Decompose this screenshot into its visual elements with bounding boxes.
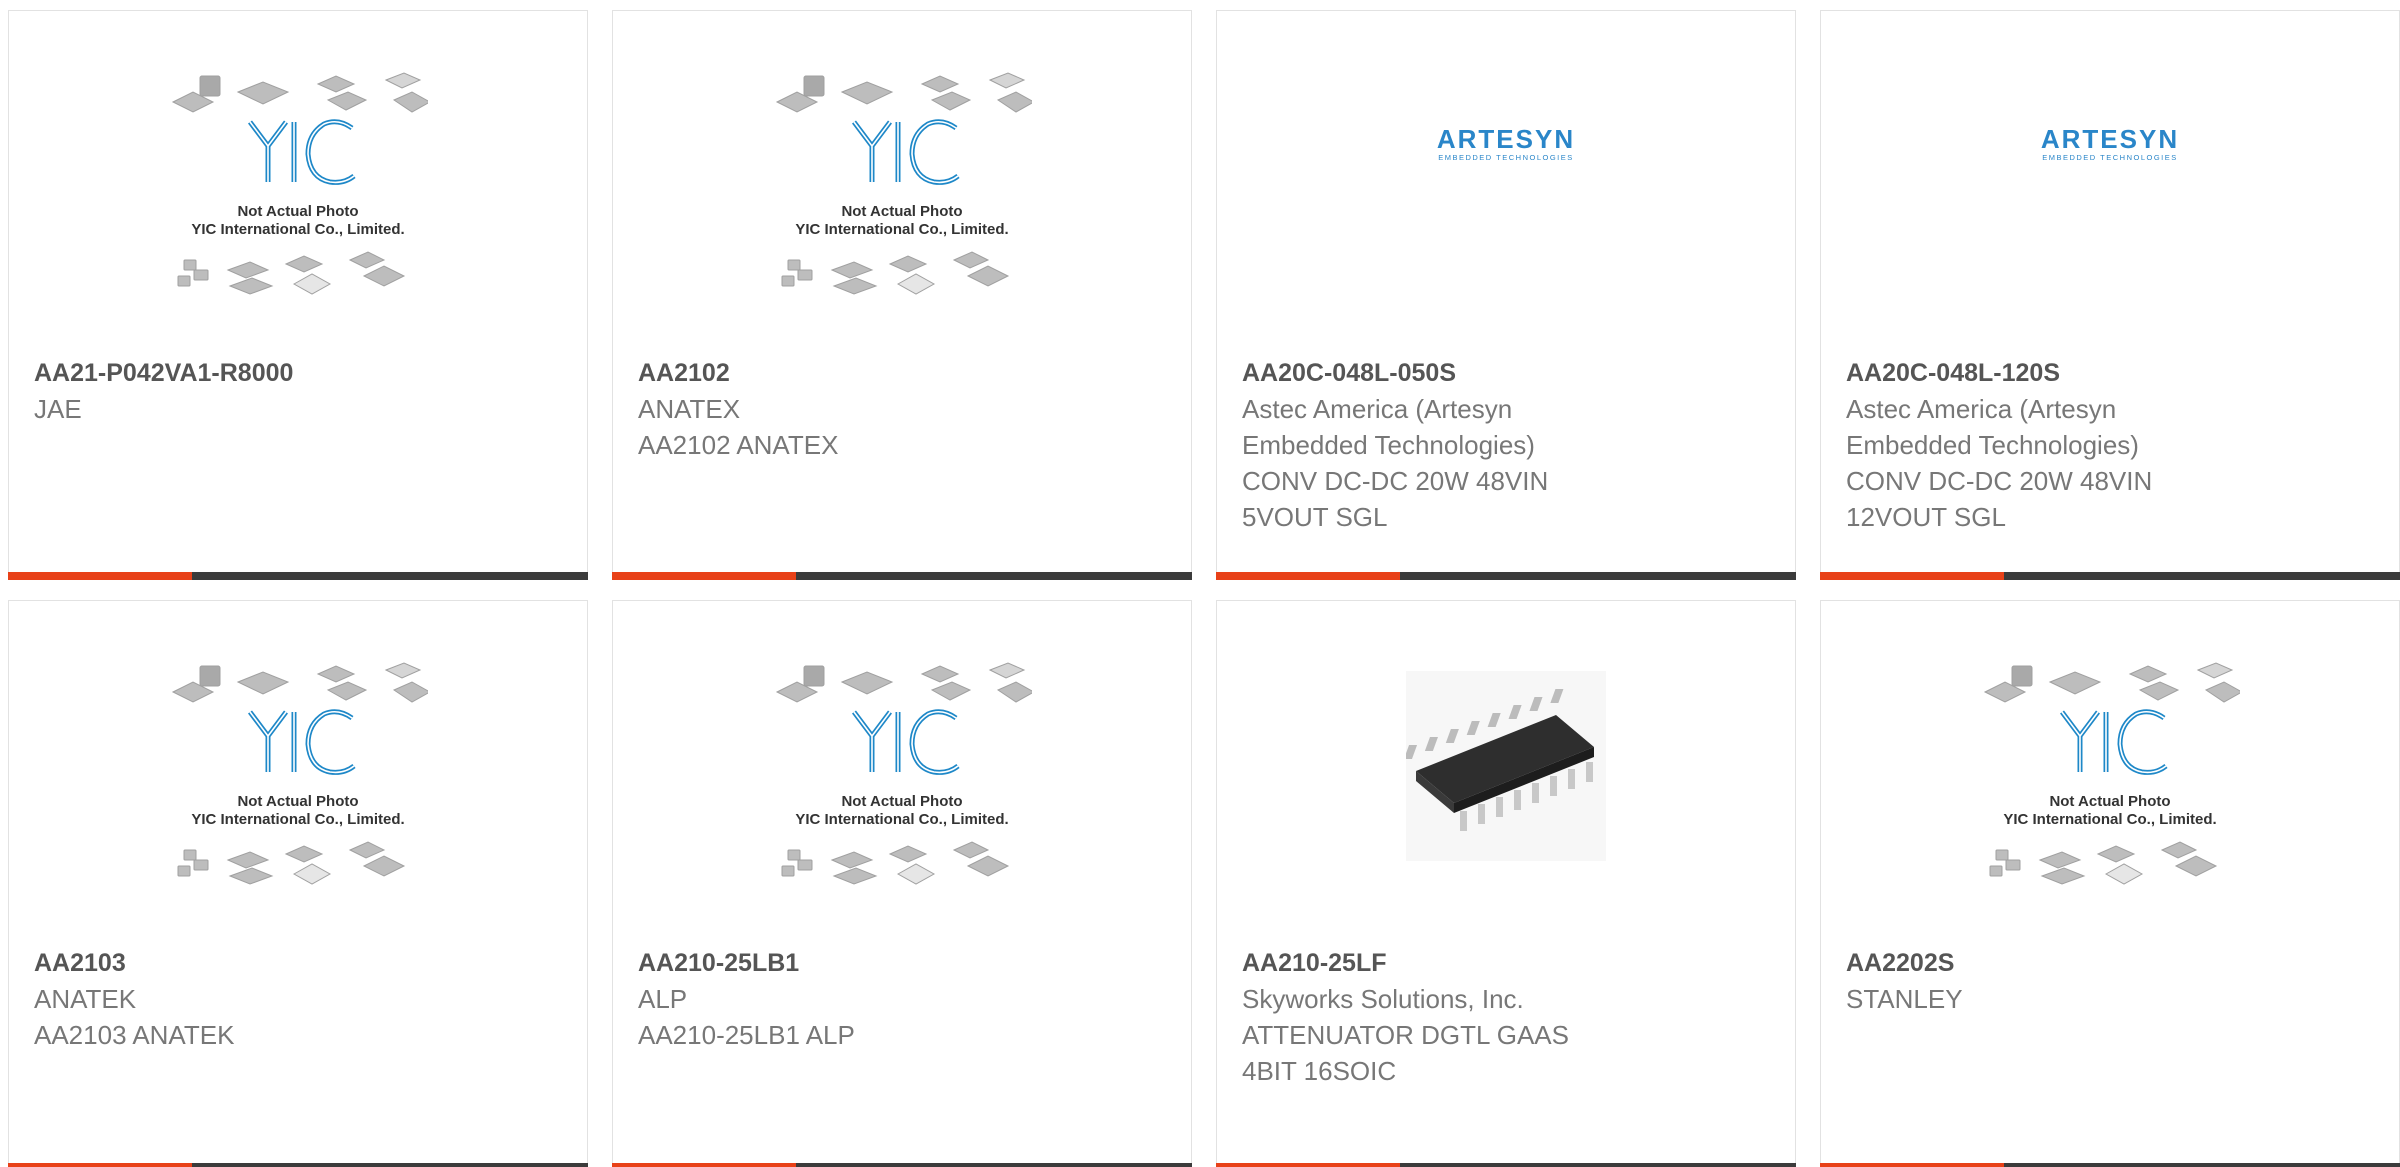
product-card[interactable]: ARTESYN EMBEDDED TECHNOLOGIES AA20C-048L… <box>1820 10 2400 580</box>
manufacturer: Astec America (Artesyn Embedded Technolo… <box>1846 394 2139 460</box>
part-number-link[interactable]: AA20C-048L-120S <box>1846 355 2379 391</box>
card-accent-bar <box>1216 1163 1400 1167</box>
product-info: AA2102 ANATEX AA2102 ANATEX <box>638 355 1171 463</box>
card-footer-bar <box>1216 1163 1796 1167</box>
yic-placeholder-image: Not Actual Photo YIC International Co., … <box>772 654 1032 894</box>
card-footer-bar <box>1820 1163 2400 1167</box>
product-info: AA2103 ANATEK AA2103 ANATEK <box>34 945 567 1053</box>
part-number-link[interactable]: AA210-25LB1 <box>638 945 1171 981</box>
manufacturer: JAE <box>34 394 82 424</box>
card-accent-bar <box>1216 572 1400 580</box>
yic-placeholder-image: Not Actual Photo YIC International Co., … <box>168 654 428 894</box>
part-number-link[interactable]: AA2103 <box>34 945 567 981</box>
placeholder-line2: YIC International Co., Limited. <box>191 811 404 828</box>
manufacturer: ANATEK <box>34 984 137 1014</box>
product-image[interactable]: Not Actual Photo YIC International Co., … <box>613 601 1191 941</box>
description: ATTENUATOR DGTL GAAS 4BIT 16SOIC <box>1242 1020 1569 1086</box>
card-footer-bar <box>1216 572 1796 580</box>
card-accent-bar <box>8 572 192 580</box>
product-info: AA210-25LF Skyworks Solutions, Inc. ATTE… <box>1242 945 1775 1089</box>
placeholder-line2: YIC International Co., Limited. <box>795 811 1008 828</box>
description: AA2102 ANATEX <box>638 430 839 460</box>
part-number-link[interactable]: AA210-25LF <box>1242 945 1775 981</box>
card-accent-bar <box>1820 1163 2004 1167</box>
card-accent-bar <box>612 1163 796 1167</box>
artesyn-logo-sub: EMBEDDED TECHNOLOGIES <box>2042 153 2178 162</box>
placeholder-line1: Not Actual Photo <box>841 203 962 220</box>
product-image[interactable]: Not Actual Photo YIC International Co., … <box>613 11 1191 351</box>
product-image[interactable]: Not Actual Photo YIC International Co., … <box>9 601 587 941</box>
placeholder-line1: Not Actual Photo <box>2049 793 2170 810</box>
artesyn-logo-image: ARTESYN EMBEDDED TECHNOLOGIES <box>2041 126 2179 162</box>
placeholder-line1: Not Actual Photo <box>237 203 358 220</box>
manufacturer: STANLEY <box>1846 984 1963 1014</box>
artesyn-logo-sub: EMBEDDED TECHNOLOGIES <box>1438 153 1574 162</box>
yic-placeholder-image: Not Actual Photo YIC International Co., … <box>168 64 428 304</box>
card-accent-bar <box>1820 572 2004 580</box>
part-number-link[interactable]: AA2202S <box>1846 945 2379 981</box>
description: AA2103 ANATEK <box>34 1020 235 1050</box>
part-number-link[interactable]: AA20C-048L-050S <box>1242 355 1775 391</box>
card-accent-bar <box>8 1163 192 1167</box>
product-image[interactable]: Not Actual Photo YIC International Co., … <box>1821 601 2399 941</box>
part-number-link[interactable]: AA2102 <box>638 355 1171 391</box>
product-image[interactable]: ARTESYN EMBEDDED TECHNOLOGIES <box>1821 11 2399 351</box>
product-info: AA2202S STANLEY <box>1846 945 2379 1017</box>
product-card[interactable]: Not Actual Photo YIC International Co., … <box>1820 600 2400 1167</box>
placeholder-line2: YIC International Co., Limited. <box>795 221 1008 238</box>
yic-placeholder-image: Not Actual Photo YIC International Co., … <box>1980 654 2240 894</box>
part-number-link[interactable]: AA21-P042VA1-R8000 <box>34 355 567 391</box>
card-footer-bar <box>612 572 1192 580</box>
placeholder-line2: YIC International Co., Limited. <box>191 221 404 238</box>
product-info: AA210-25LB1 ALP AA210-25LB1 ALP <box>638 945 1171 1053</box>
product-info: AA20C-048L-050S Astec America (Artesyn E… <box>1242 355 1775 535</box>
artesyn-logo-text: ARTESYN <box>2041 126 2179 154</box>
product-image[interactable] <box>1217 601 1795 941</box>
product-info: AA21-P042VA1-R8000 JAE <box>34 355 567 427</box>
product-card[interactable]: ARTESYN EMBEDDED TECHNOLOGIES AA20C-048L… <box>1216 10 1796 580</box>
card-footer-bar <box>1820 572 2400 580</box>
placeholder-line2: YIC International Co., Limited. <box>2003 811 2216 828</box>
artesyn-logo-text: ARTESYN <box>1437 126 1575 154</box>
product-card[interactable]: Not Actual Photo YIC International Co., … <box>8 10 588 580</box>
manufacturer: Astec America (Artesyn Embedded Technolo… <box>1242 394 1535 460</box>
card-footer-bar <box>8 572 588 580</box>
manufacturer: ALP <box>638 984 688 1014</box>
manufacturer: Skyworks Solutions, Inc. <box>1242 984 1524 1014</box>
soic-16-chip-image <box>1406 671 1606 861</box>
description: CONV DC-DC 20W 48VIN 12VOUT SGL <box>1846 466 2153 532</box>
product-card[interactable]: Not Actual Photo YIC International Co., … <box>612 10 1192 580</box>
card-footer-bar <box>8 1163 588 1167</box>
placeholder-line1: Not Actual Photo <box>237 793 358 810</box>
description: AA210-25LB1 ALP <box>638 1020 855 1050</box>
product-card[interactable]: Not Actual Photo YIC International Co., … <box>612 600 1192 1167</box>
card-footer-bar <box>612 1163 1192 1167</box>
yic-placeholder-image: Not Actual Photo YIC International Co., … <box>772 64 1032 304</box>
product-card[interactable]: Not Actual Photo YIC International Co., … <box>8 600 588 1167</box>
product-image[interactable]: ARTESYN EMBEDDED TECHNOLOGIES <box>1217 11 1795 351</box>
manufacturer: ANATEX <box>638 394 741 424</box>
card-accent-bar <box>612 572 796 580</box>
description: CONV DC-DC 20W 48VIN 5VOUT SGL <box>1242 466 1549 532</box>
placeholder-line1: Not Actual Photo <box>841 793 962 810</box>
artesyn-logo-image: ARTESYN EMBEDDED TECHNOLOGIES <box>1437 126 1575 162</box>
product-info: AA20C-048L-120S Astec America (Artesyn E… <box>1846 355 2379 535</box>
product-card[interactable]: AA210-25LF Skyworks Solutions, Inc. ATTE… <box>1216 600 1796 1167</box>
product-image[interactable]: Not Actual Photo YIC International Co., … <box>9 11 587 351</box>
product-grid: Not Actual Photo YIC International Co., … <box>0 0 2400 1167</box>
